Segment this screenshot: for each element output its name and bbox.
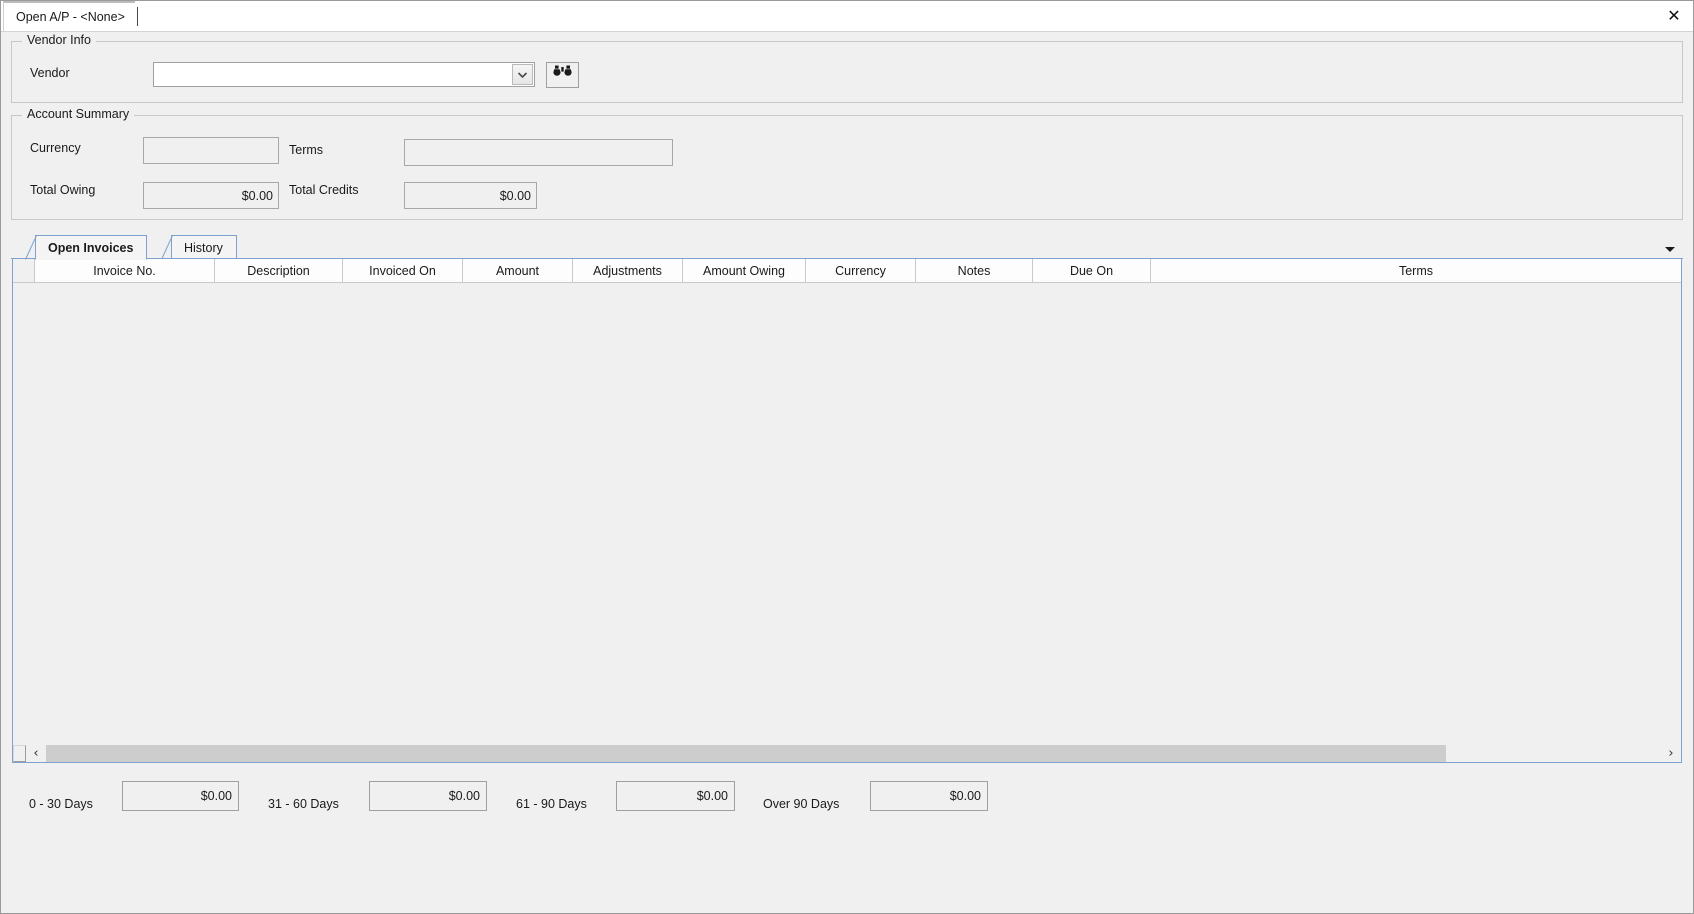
grid-col-invoice-no[interactable]: Invoice No. [35, 259, 215, 282]
aging-label-31-60: 31 - 60 Days [268, 797, 339, 811]
aging-value-31-60: $0.00 [369, 781, 487, 811]
aging-label-over-90: Over 90 Days [763, 797, 840, 811]
aging-label-0-30: 0 - 30 Days [29, 797, 93, 811]
tab-slant-left [24, 235, 37, 260]
binoculars-icon [553, 65, 572, 85]
vendor-search-button[interactable] [546, 62, 579, 88]
vendor-combobox[interactable] [153, 62, 535, 87]
window-title-text: Open A/P - <None> [16, 10, 125, 24]
aging-value-61-90: $0.00 [616, 781, 735, 811]
grid-body[interactable] [13, 283, 1681, 744]
chevron-down-icon[interactable] [512, 64, 533, 85]
total-owing-value: $0.00 [143, 182, 279, 209]
vendor-info-group-title: Vendor Info [22, 33, 96, 47]
tab-open-invoices-label: Open Invoices [48, 240, 134, 255]
total-credits-value: $0.00 [404, 182, 537, 209]
grid-header-row: Invoice No. Description Invoiced On Amou… [13, 259, 1681, 283]
grid-col-terms[interactable]: Terms [1151, 259, 1681, 282]
open-ap-window: Open A/P - <None> ✕ Vendor Info Vendor A… [0, 0, 1694, 914]
grid-col-amount[interactable]: Amount [463, 259, 573, 282]
currency-label: Currency [30, 141, 81, 155]
chevron-right-icon[interactable]: › [1661, 744, 1681, 762]
grid-col-currency[interactable]: Currency [806, 259, 916, 282]
total-credits-label: Total Credits [289, 183, 359, 197]
aging-label-61-90: 61 - 90 Days [516, 797, 587, 811]
grid-corner-cell[interactable] [13, 259, 35, 282]
triangle-down-icon[interactable] [1663, 241, 1677, 252]
invoice-tabstrip: Open Invoices History [11, 233, 1683, 260]
tab-history[interactable]: History [161, 235, 237, 260]
title-caret [137, 7, 138, 26]
tab-slant-left [160, 235, 173, 260]
invoices-grid: Invoice No. Description Invoiced On Amou… [12, 258, 1682, 763]
window-title-tab[interactable]: Open A/P - <None> [3, 1, 135, 31]
tab-open-invoices[interactable]: Open Invoices [25, 235, 148, 260]
vendor-label: Vendor [30, 66, 70, 80]
grid-col-invoiced-on[interactable]: Invoiced On [343, 259, 463, 282]
terms-label: Terms [289, 143, 324, 157]
tab-history-label: History [184, 241, 223, 255]
chevron-left-icon[interactable]: ‹ [26, 744, 46, 762]
grid-col-description[interactable]: Description [215, 259, 343, 282]
account-summary-group-title: Account Summary [22, 107, 135, 121]
grid-col-due-on[interactable]: Due On [1033, 259, 1151, 282]
terms-value [404, 139, 673, 166]
window-titlebar: Open A/P - <None> ✕ [1, 1, 1693, 32]
aging-value-0-30: $0.00 [122, 781, 239, 811]
aging-value-over-90: $0.00 [870, 781, 988, 811]
close-icon[interactable]: ✕ [1661, 3, 1687, 29]
scroll-thumb[interactable] [46, 744, 1446, 762]
grid-col-notes[interactable]: Notes [916, 259, 1033, 282]
grid-horizontal-scrollbar[interactable]: ‹ › [13, 744, 1681, 762]
scroll-corner [13, 744, 26, 762]
grid-col-adjustments[interactable]: Adjustments [573, 259, 683, 282]
currency-value [143, 137, 279, 164]
grid-col-amount-owing[interactable]: Amount Owing [683, 259, 806, 282]
scroll-track[interactable] [46, 744, 1661, 762]
total-owing-label: Total Owing [30, 183, 96, 197]
